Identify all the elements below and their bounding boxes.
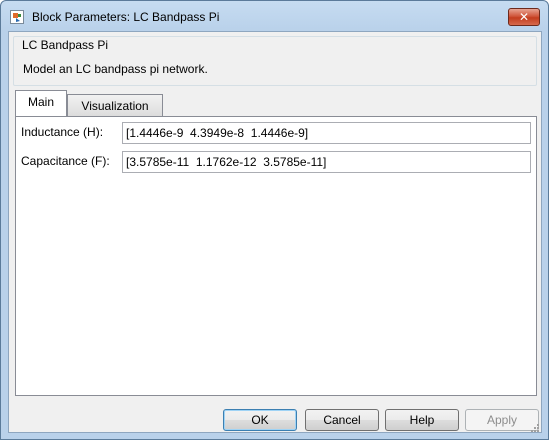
- capacitance-field[interactable]: [122, 151, 531, 173]
- close-button[interactable]: ✕: [508, 8, 540, 26]
- window-title: Block Parameters: LC Bandpass Pi: [32, 10, 220, 24]
- inductance-field[interactable]: [122, 122, 531, 144]
- dialog-client-area: LC Bandpass Pi Model an LC bandpass pi n…: [8, 31, 542, 433]
- block-parameters-dialog: Block Parameters: LC Bandpass Pi ✕ LC Ba…: [0, 0, 549, 440]
- cancel-button[interactable]: Cancel: [305, 409, 379, 431]
- block-description-group: LC Bandpass Pi Model an LC bandpass pi n…: [13, 36, 537, 86]
- title-bar[interactable]: Block Parameters: LC Bandpass Pi ✕: [1, 1, 548, 31]
- resize-grip-icon[interactable]: [528, 421, 540, 433]
- help-button[interactable]: Help: [385, 409, 459, 431]
- tab-main[interactable]: Main: [15, 90, 67, 116]
- simulink-block-icon: [10, 10, 24, 24]
- ok-button[interactable]: OK: [223, 409, 297, 431]
- block-description-title: LC Bandpass Pi: [22, 38, 109, 52]
- main-tab-panel: Inductance (H): Capacitance (F):: [15, 116, 537, 396]
- block-description-text: Model an LC bandpass pi network.: [23, 62, 208, 76]
- capacitance-label: Capacitance (F):: [21, 154, 110, 168]
- close-icon: ✕: [518, 10, 530, 24]
- inductance-label: Inductance (H):: [21, 125, 104, 139]
- tab-visualization[interactable]: Visualization: [67, 94, 163, 116]
